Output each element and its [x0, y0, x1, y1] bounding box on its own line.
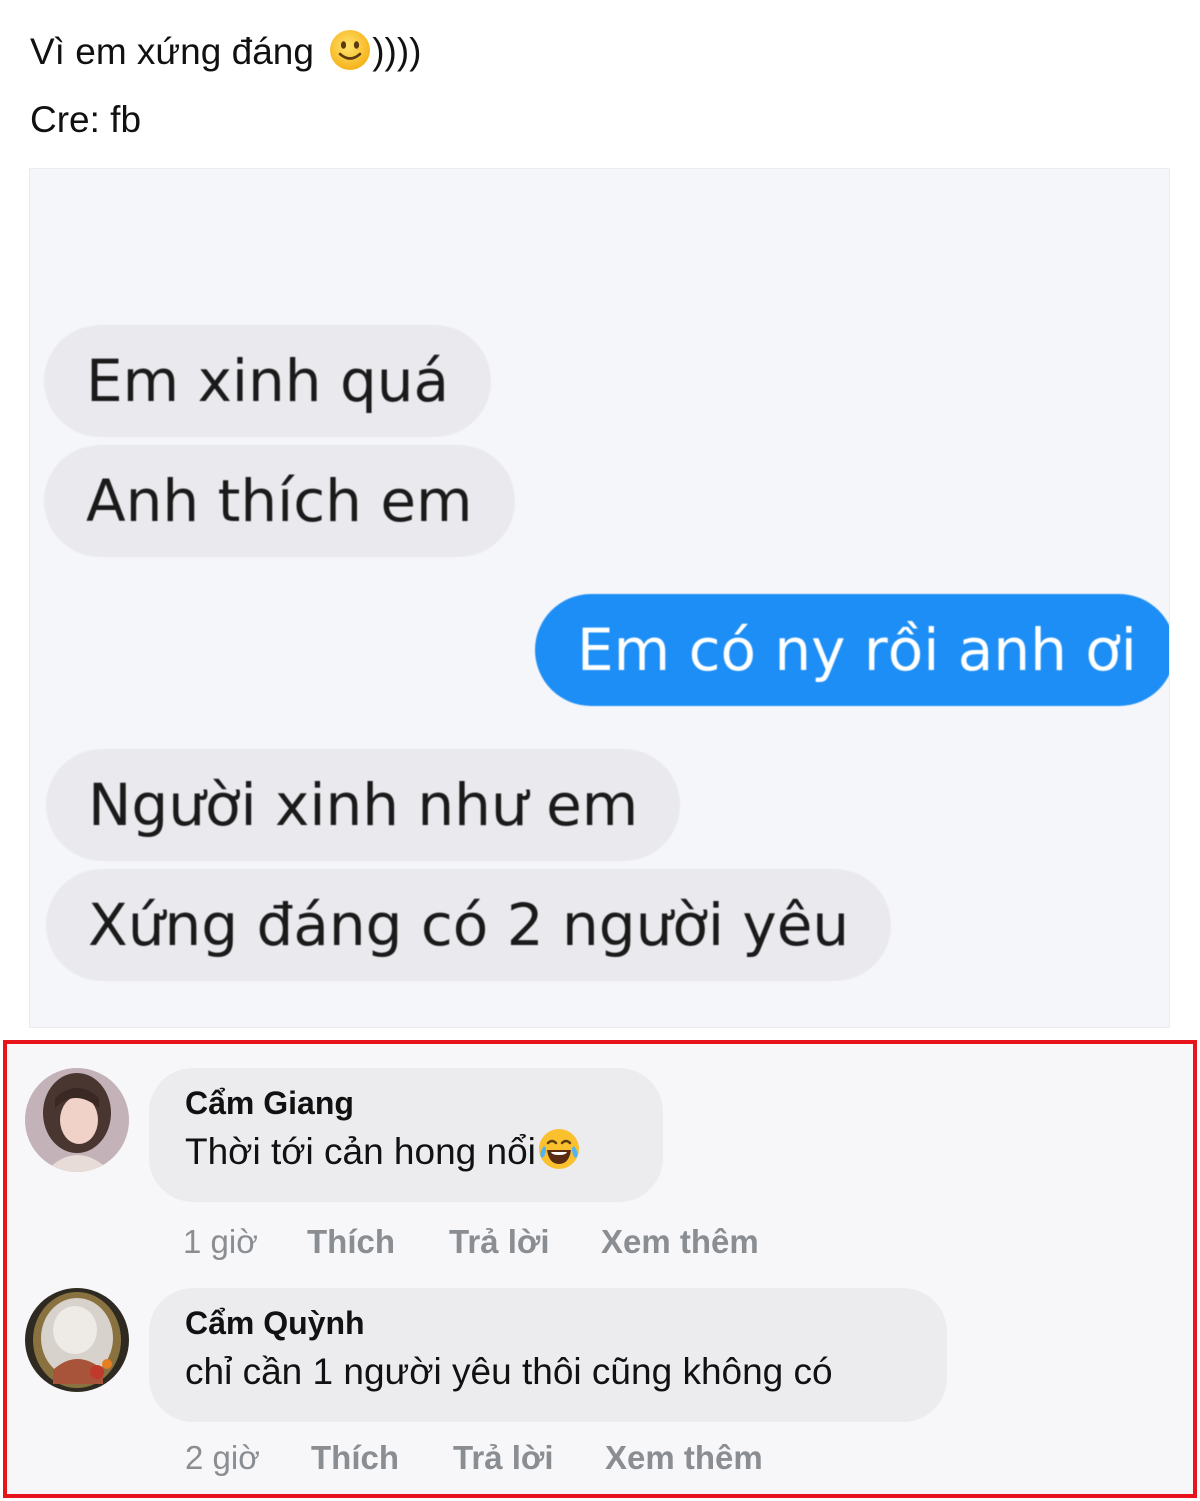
comment-text-content: Thời tới cản hong nổi: [185, 1131, 536, 1172]
comment-time[interactable]: 1 giờ: [183, 1222, 258, 1262]
chat-bubble-incoming: Người xinh như em: [46, 749, 681, 861]
reply-button[interactable]: Trả lời: [453, 1438, 554, 1478]
caption-suffix: )))): [372, 31, 422, 72]
comment-author[interactable]: Cẩm Quỳnh: [185, 1302, 911, 1344]
chat-screenshot-image[interactable]: Em xinh quá Anh thích em Em có ny rồi an…: [29, 168, 1170, 1028]
user-photo-icon: [25, 1068, 129, 1172]
chat-bubble-incoming: Anh thích em: [44, 445, 515, 557]
comments-highlight-box: Cẩm Giang Thời tới cản hong nổi 1 giờ Th…: [3, 1040, 1197, 1498]
post-credit: Cre: fb: [30, 99, 142, 140]
comment-text: chỉ cần 1 người yêu thôi cũng không có: [185, 1351, 833, 1392]
see-more-button[interactable]: Xem thêm: [605, 1438, 763, 1478]
comment-bubble: Cẩm Quỳnh chỉ cần 1 người yêu thôi cũng …: [149, 1288, 947, 1422]
comment-author[interactable]: Cẩm Giang: [185, 1082, 627, 1124]
chat-bubble-incoming: Em xinh quá: [44, 325, 492, 437]
avatar[interactable]: [25, 1068, 129, 1172]
comment-bubble: Cẩm Giang Thời tới cản hong nổi: [149, 1068, 663, 1202]
like-button[interactable]: Thích: [311, 1438, 399, 1478]
see-more-button[interactable]: Xem thêm: [601, 1222, 759, 1262]
chat-bubble-incoming: Xứng đáng có 2 người yêu: [46, 869, 892, 981]
comment-text: Thời tới cản hong nổi: [185, 1124, 627, 1180]
comment-time[interactable]: 2 giờ: [185, 1438, 260, 1478]
post-caption: Vì em xứng đáng )))): [30, 28, 422, 74]
user-photo-icon: [25, 1288, 129, 1392]
laughing-tears-icon: [538, 1129, 579, 1169]
avatar[interactable]: [25, 1288, 129, 1392]
like-button[interactable]: Thích: [307, 1222, 395, 1262]
chat-bubble-outgoing: Em có ny rồi anh ơi: [535, 594, 1169, 706]
reply-button[interactable]: Trả lời: [449, 1222, 550, 1262]
caption-text: Vì em xứng đáng: [30, 31, 325, 72]
slightly-smiling-face-icon: [330, 30, 371, 70]
